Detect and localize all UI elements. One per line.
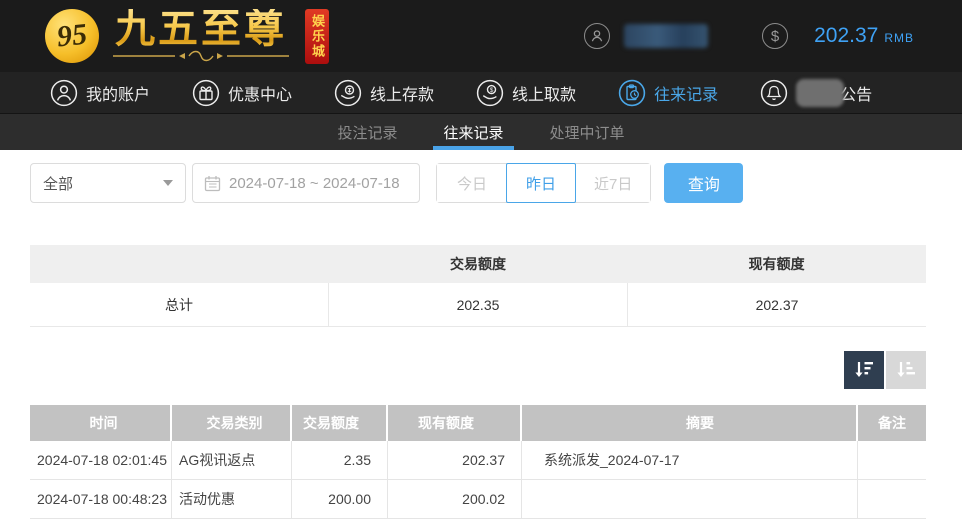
- logo-monogram-icon: 95: [45, 9, 99, 63]
- nav-label: 优惠中心: [228, 86, 293, 104]
- main-navigation: 我的账户 优惠中心 线上存款 $ 线上取款 往来记录 公告: [0, 72, 962, 113]
- nav-item-my-account[interactable]: 我的账户: [50, 79, 150, 107]
- tab-bet-records[interactable]: 投注记录: [327, 114, 407, 150]
- header-transaction-type: 交易类别: [172, 405, 292, 441]
- records-subnav: 投注记录 往来记录 处理中订单: [0, 113, 962, 150]
- tab-pending-orders[interactable]: 处理中订单: [540, 114, 635, 150]
- chevron-down-icon: [163, 180, 173, 186]
- cell-trade-amount: 2.35: [292, 440, 388, 480]
- page: 95 九五至尊 娱乐城 $ 202.37 RMB 我的账户 优惠中心 线上存款 …: [0, 0, 962, 520]
- nav-item-transaction-records[interactable]: 往来记录: [618, 79, 718, 107]
- cell-time: 2024-07-18 00:48:23: [30, 479, 172, 519]
- censored-username: [624, 24, 709, 48]
- nav-label: 线上存款: [370, 86, 435, 104]
- tab-transaction-records[interactable]: 往来记录: [433, 114, 514, 150]
- yesterday-button[interactable]: 昨日: [506, 163, 576, 203]
- logo-title: 九五至尊: [115, 6, 287, 51]
- gift-icon: [192, 79, 220, 106]
- account-area: $ 202.37 RMB: [584, 23, 914, 49]
- nav-item-announcements[interactable]: 公告: [760, 78, 873, 107]
- table-header-row: 时间 交易类别 交易额度 现有额度 摘要 备注: [30, 405, 926, 441]
- summary-total-row: 总计 202.35 202.37: [30, 282, 926, 327]
- table-row: 2024-07-18 00:48:23 活动优惠 200.00 200.02: [30, 479, 926, 519]
- nav-label: 线上取款: [512, 86, 577, 104]
- quick-date-group: 今日 昨日 近7日: [436, 163, 652, 203]
- calendar-icon: [204, 175, 221, 191]
- nav-label: 公告: [840, 86, 873, 104]
- person-icon: [584, 23, 611, 49]
- nav-item-withdraw[interactable]: $ 线上取款: [476, 79, 576, 107]
- censored-site-name: [796, 78, 845, 107]
- today-button[interactable]: 今日: [437, 164, 507, 202]
- header-summary: 摘要: [522, 405, 858, 441]
- search-button[interactable]: 查询: [664, 163, 744, 203]
- cell-summary: [522, 479, 858, 519]
- summary-total-label: 总计: [30, 282, 329, 327]
- sort-descending-icon: [855, 362, 873, 377]
- logo-main: 九五至尊: [109, 9, 293, 63]
- balance-currency: RMB: [884, 31, 914, 45]
- top-header: 95 九五至尊 娱乐城 $ 202.37 RMB: [0, 0, 962, 72]
- table-row: 2024-07-18 02:01:45 AG视讯返点 2.35 202.37 系…: [30, 440, 926, 480]
- dollar-coin-icon: $: [762, 23, 789, 49]
- summary-table: 交易额度 现有额度 总计 202.35 202.37: [30, 245, 926, 327]
- nav-label: 我的账户: [86, 86, 151, 104]
- person-icon: [50, 79, 78, 106]
- withdraw-hand-coin-icon: $: [476, 79, 504, 106]
- logo-flourish-icon: [113, 50, 289, 62]
- nav-item-promotions[interactable]: 优惠中心: [192, 79, 292, 107]
- sort-ascending-button[interactable]: [886, 351, 926, 389]
- bell-icon: [760, 79, 788, 106]
- nav-item-deposit[interactable]: 线上存款: [334, 79, 434, 107]
- svg-text:$: $: [490, 87, 494, 94]
- balance: 202.37 RMB: [814, 24, 914, 48]
- logo-badge: 娱乐城: [305, 8, 329, 64]
- sort-bar: [30, 351, 926, 389]
- header-time: 时间: [30, 405, 172, 441]
- sort-ascending-icon: [897, 362, 915, 377]
- cell-current-amount: 200.02: [388, 479, 522, 519]
- summary-header-row: 交易额度 现有额度: [30, 245, 926, 283]
- header-note: 备注: [878, 415, 906, 431]
- header-trade-amount: 交易额度: [292, 405, 388, 441]
- clipboard-clock-icon: [618, 79, 646, 106]
- last-7-days-button[interactable]: 近7日: [575, 164, 651, 202]
- cell-summary: 系统派发_2024-07-17: [522, 440, 858, 480]
- transactions-table: 时间 交易类别 交易额度 现有额度 摘要 备注 2024-07-18 02:01…: [30, 405, 926, 519]
- tab-label: 处理中订单: [549, 124, 625, 142]
- tab-label: 投注记录: [337, 124, 398, 142]
- cell-note: [858, 441, 926, 480]
- summary-header-trade-amount: 交易额度: [450, 256, 506, 272]
- cell-current-amount: 202.37: [388, 440, 522, 480]
- logo-monogram: 95: [55, 17, 89, 54]
- summary-trade-amount: 202.35: [329, 282, 628, 327]
- tab-label: 往来记录: [443, 124, 504, 142]
- deposit-hand-coin-icon: [334, 79, 362, 106]
- cell-trade-amount: 200.00: [292, 479, 388, 519]
- summary-current-amount: 202.37: [755, 296, 799, 313]
- type-select-value: 全部: [43, 175, 74, 193]
- brand-logo[interactable]: 95 九五至尊 娱乐城: [45, 8, 329, 64]
- header-current-amount: 现有额度: [388, 405, 522, 441]
- cell-note: [858, 480, 926, 519]
- cell-time: 2024-07-18 02:01:45: [30, 440, 172, 480]
- filter-bar: 全部 2024-07-18 ~ 2024-07-18 今日 昨日 近7日 查询: [30, 163, 962, 203]
- cell-transaction-type: AG视讯返点: [172, 440, 292, 480]
- cell-transaction-type: 活动优惠: [172, 479, 292, 519]
- type-select[interactable]: 全部: [30, 163, 186, 203]
- sort-descending-button[interactable]: [844, 351, 884, 389]
- date-range-input[interactable]: 2024-07-18 ~ 2024-07-18: [192, 163, 420, 203]
- summary-header-current-amount: 现有额度: [748, 256, 805, 272]
- date-range-value: 2024-07-18 ~ 2024-07-18: [229, 174, 400, 192]
- nav-label: 往来记录: [654, 86, 719, 104]
- balance-amount: 202.37: [814, 24, 879, 47]
